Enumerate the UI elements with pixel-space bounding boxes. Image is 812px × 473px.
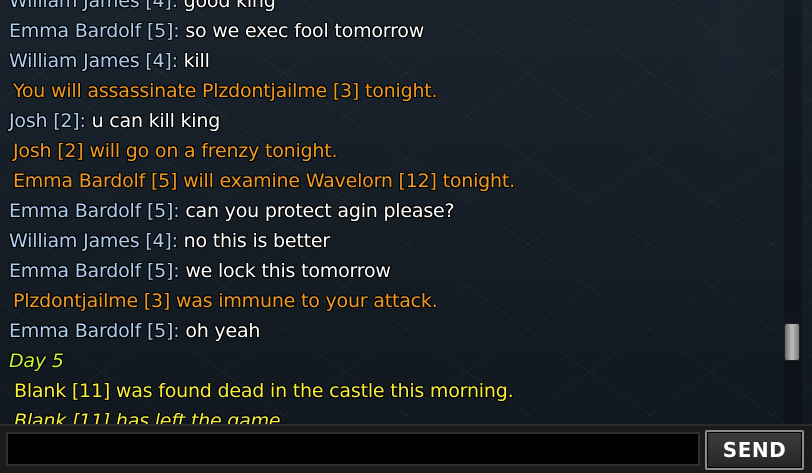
chat-message: u can kill king — [91, 110, 221, 132]
chat-line: Emma Bardolf [5]: so we exec fool tomorr… — [0, 16, 780, 46]
chat-line: Emma Bardolf [5]: we lock this tomorrow — [0, 256, 780, 286]
day-header: Day 5 — [9, 350, 64, 372]
chat-input-bar: SEND — [0, 424, 812, 473]
chat-lines: William James [4]: good king Emma Bardol… — [0, 0, 780, 424]
chat-message: so we exec fool tomorrow — [185, 20, 425, 42]
system-message: You will assassinate Plzdontjailme [3] t… — [13, 80, 438, 102]
chat-line: Emma Bardolf [5]: can you protect agin p… — [0, 196, 780, 226]
chat-message: we lock this tomorrow — [185, 260, 391, 282]
chat-log[interactable]: William James [4]: good king Emma Bardol… — [0, 0, 780, 424]
death-announcement: Blank [11] was found dead in the castle … — [14, 380, 514, 402]
chat-speaker: Emma Bardolf [5]: — [9, 200, 186, 222]
chat-message: good king — [183, 0, 276, 12]
chat-message: no this is better — [183, 230, 331, 252]
chat-scrollbar[interactable] — [782, 0, 804, 424]
chat-speaker: William James [4]: — [9, 0, 184, 12]
chat-line: Emma Bardolf [5]: oh yeah — [0, 316, 780, 346]
scrollbar-thumb[interactable] — [784, 323, 800, 361]
chat-line: Josh [2]: u can kill king — [0, 106, 780, 136]
chat-speaker: Emma Bardolf [5]: — [9, 20, 186, 42]
leave-announcement: Blank [11] has left the game. — [14, 410, 287, 424]
chat-message: kill — [183, 50, 210, 72]
chat-line: William James [4]: kill — [0, 46, 780, 76]
chat-message: can you protect agin please? — [185, 200, 455, 222]
chat-input[interactable] — [6, 432, 700, 466]
system-message: Josh [2] will go on a frenzy tonight. — [13, 140, 338, 162]
system-message: Plzdontjailme [3] was immune to your att… — [13, 290, 438, 312]
chat-speaker: Emma Bardolf [5]: — [9, 320, 186, 342]
game-screen: William James [4]: good king Emma Bardol… — [0, 0, 812, 473]
chat-speaker: Josh [2]: — [9, 110, 92, 132]
chat-line: William James [4]: good king — [0, 0, 780, 16]
chat-message: oh yeah — [185, 320, 261, 342]
chat-speaker: Emma Bardolf [5]: — [9, 260, 186, 282]
chat-speaker: William James [4]: — [9, 50, 184, 72]
system-message: Emma Bardolf [5] will examine Wavelorn [… — [13, 170, 515, 192]
chat-line: William James [4]: no this is better — [0, 226, 780, 256]
send-button[interactable]: SEND — [705, 430, 804, 470]
chat-speaker: William James [4]: — [9, 230, 184, 252]
